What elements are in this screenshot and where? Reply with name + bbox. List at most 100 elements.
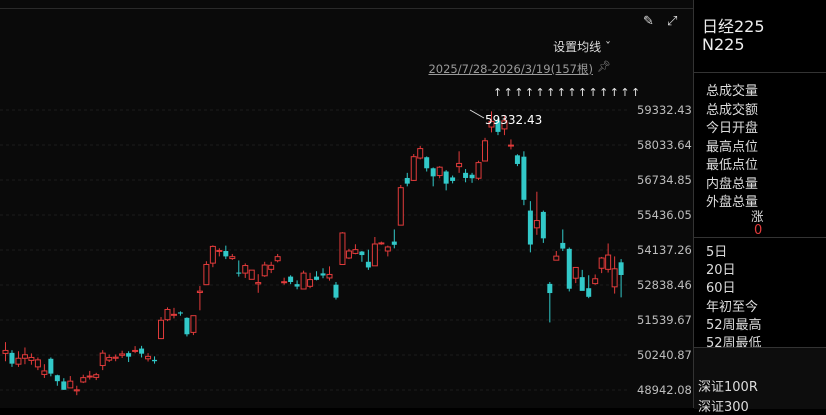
candle[interactable] xyxy=(21,347,28,365)
candle[interactable] xyxy=(196,286,203,311)
candle[interactable] xyxy=(54,374,60,386)
candle[interactable] xyxy=(164,307,171,322)
chart-panel[interactable]: ✎ ⤢ 设置均线 ˇ 2025/7/28-2026/3/19(157根) 📌︎ … xyxy=(0,0,693,408)
candle[interactable] xyxy=(28,353,35,365)
candle[interactable] xyxy=(145,353,152,362)
candle[interactable] xyxy=(229,253,236,260)
index-item[interactable]: 深证300 xyxy=(698,396,749,415)
candle[interactable] xyxy=(417,145,424,160)
candle[interactable] xyxy=(507,139,514,150)
candle[interactable] xyxy=(48,357,54,377)
candle[interactable] xyxy=(170,307,177,319)
candle[interactable] xyxy=(300,270,307,290)
candle[interactable] xyxy=(93,372,100,381)
candle[interactable] xyxy=(540,210,546,243)
candle[interactable] xyxy=(15,351,22,367)
candle[interactable] xyxy=(34,357,41,371)
candle[interactable] xyxy=(158,317,165,340)
candle[interactable] xyxy=(255,274,262,293)
candle[interactable] xyxy=(288,275,294,285)
candle[interactable] xyxy=(9,350,15,367)
candle[interactable] xyxy=(86,370,93,380)
candle[interactable] xyxy=(611,256,618,294)
candle[interactable] xyxy=(261,261,268,277)
performance-label: 52周最高 xyxy=(706,317,762,333)
candle[interactable] xyxy=(190,315,197,336)
candle[interactable] xyxy=(410,153,417,181)
candle[interactable] xyxy=(514,154,520,167)
candle[interactable] xyxy=(248,269,255,280)
candle[interactable] xyxy=(274,253,281,263)
candle[interactable] xyxy=(618,259,624,298)
candle[interactable] xyxy=(314,271,320,281)
candle[interactable] xyxy=(404,172,410,187)
candle[interactable] xyxy=(598,256,605,274)
candle[interactable] xyxy=(397,184,404,226)
candle[interactable] xyxy=(371,236,378,267)
candlestick-chart[interactable] xyxy=(0,0,630,408)
candle-body xyxy=(164,308,171,321)
candle[interactable] xyxy=(352,244,359,255)
candle[interactable] xyxy=(521,151,527,206)
candle[interactable] xyxy=(566,247,572,292)
candle[interactable] xyxy=(482,137,489,162)
candle[interactable] xyxy=(99,350,106,371)
candle[interactable] xyxy=(424,156,430,172)
candle[interactable] xyxy=(326,266,333,281)
candle[interactable] xyxy=(73,385,80,396)
expand-icon[interactable]: ⤢ xyxy=(667,14,677,29)
candle[interactable] xyxy=(527,201,533,253)
candle[interactable] xyxy=(443,170,449,191)
index-list[interactable]: 深证100R 深证300 xyxy=(694,347,826,415)
candle[interactable] xyxy=(112,354,119,362)
index-item[interactable]: 深证100R xyxy=(698,376,758,395)
candle[interactable] xyxy=(203,261,210,286)
candle[interactable] xyxy=(236,260,242,277)
candle[interactable] xyxy=(391,229,397,249)
candle[interactable] xyxy=(126,351,132,363)
candle[interactable] xyxy=(2,342,9,362)
candle[interactable] xyxy=(61,378,67,390)
candle[interactable] xyxy=(456,151,463,173)
candle[interactable] xyxy=(41,364,48,378)
candle[interactable] xyxy=(139,345,145,358)
candle[interactable] xyxy=(281,277,288,285)
candle[interactable] xyxy=(378,241,385,245)
candle[interactable] xyxy=(579,269,585,291)
candle[interactable] xyxy=(106,354,113,363)
candle[interactable] xyxy=(132,346,139,354)
candle[interactable] xyxy=(268,261,275,274)
candle[interactable] xyxy=(184,317,190,337)
candle[interactable] xyxy=(294,280,300,290)
candle[interactable] xyxy=(547,281,553,323)
candle[interactable] xyxy=(152,356,158,364)
candle[interactable] xyxy=(339,232,346,265)
candle[interactable] xyxy=(223,245,229,260)
candle[interactable] xyxy=(533,191,540,235)
candle[interactable] xyxy=(320,268,326,279)
candle[interactable] xyxy=(67,376,74,389)
candle[interactable] xyxy=(572,266,579,284)
candle[interactable] xyxy=(119,350,126,358)
candle[interactable] xyxy=(436,166,443,179)
candle-body xyxy=(475,162,482,179)
candle[interactable] xyxy=(469,172,475,183)
candle[interactable] xyxy=(475,160,482,181)
candle[interactable] xyxy=(307,272,314,289)
candle[interactable] xyxy=(365,249,371,270)
candle[interactable] xyxy=(450,175,456,184)
candle[interactable] xyxy=(430,167,436,187)
candle[interactable] xyxy=(605,243,612,273)
candle[interactable] xyxy=(586,275,592,299)
candle[interactable] xyxy=(209,245,216,268)
candle[interactable] xyxy=(242,263,249,278)
brush-icon[interactable]: ✎ xyxy=(643,14,654,29)
candle[interactable] xyxy=(592,274,599,285)
candle[interactable] xyxy=(80,374,87,384)
candle[interactable] xyxy=(177,311,183,316)
candle[interactable] xyxy=(359,251,365,262)
candle[interactable] xyxy=(560,229,566,252)
candle[interactable] xyxy=(384,245,391,257)
candle[interactable] xyxy=(553,251,560,261)
candle-body xyxy=(410,156,417,181)
